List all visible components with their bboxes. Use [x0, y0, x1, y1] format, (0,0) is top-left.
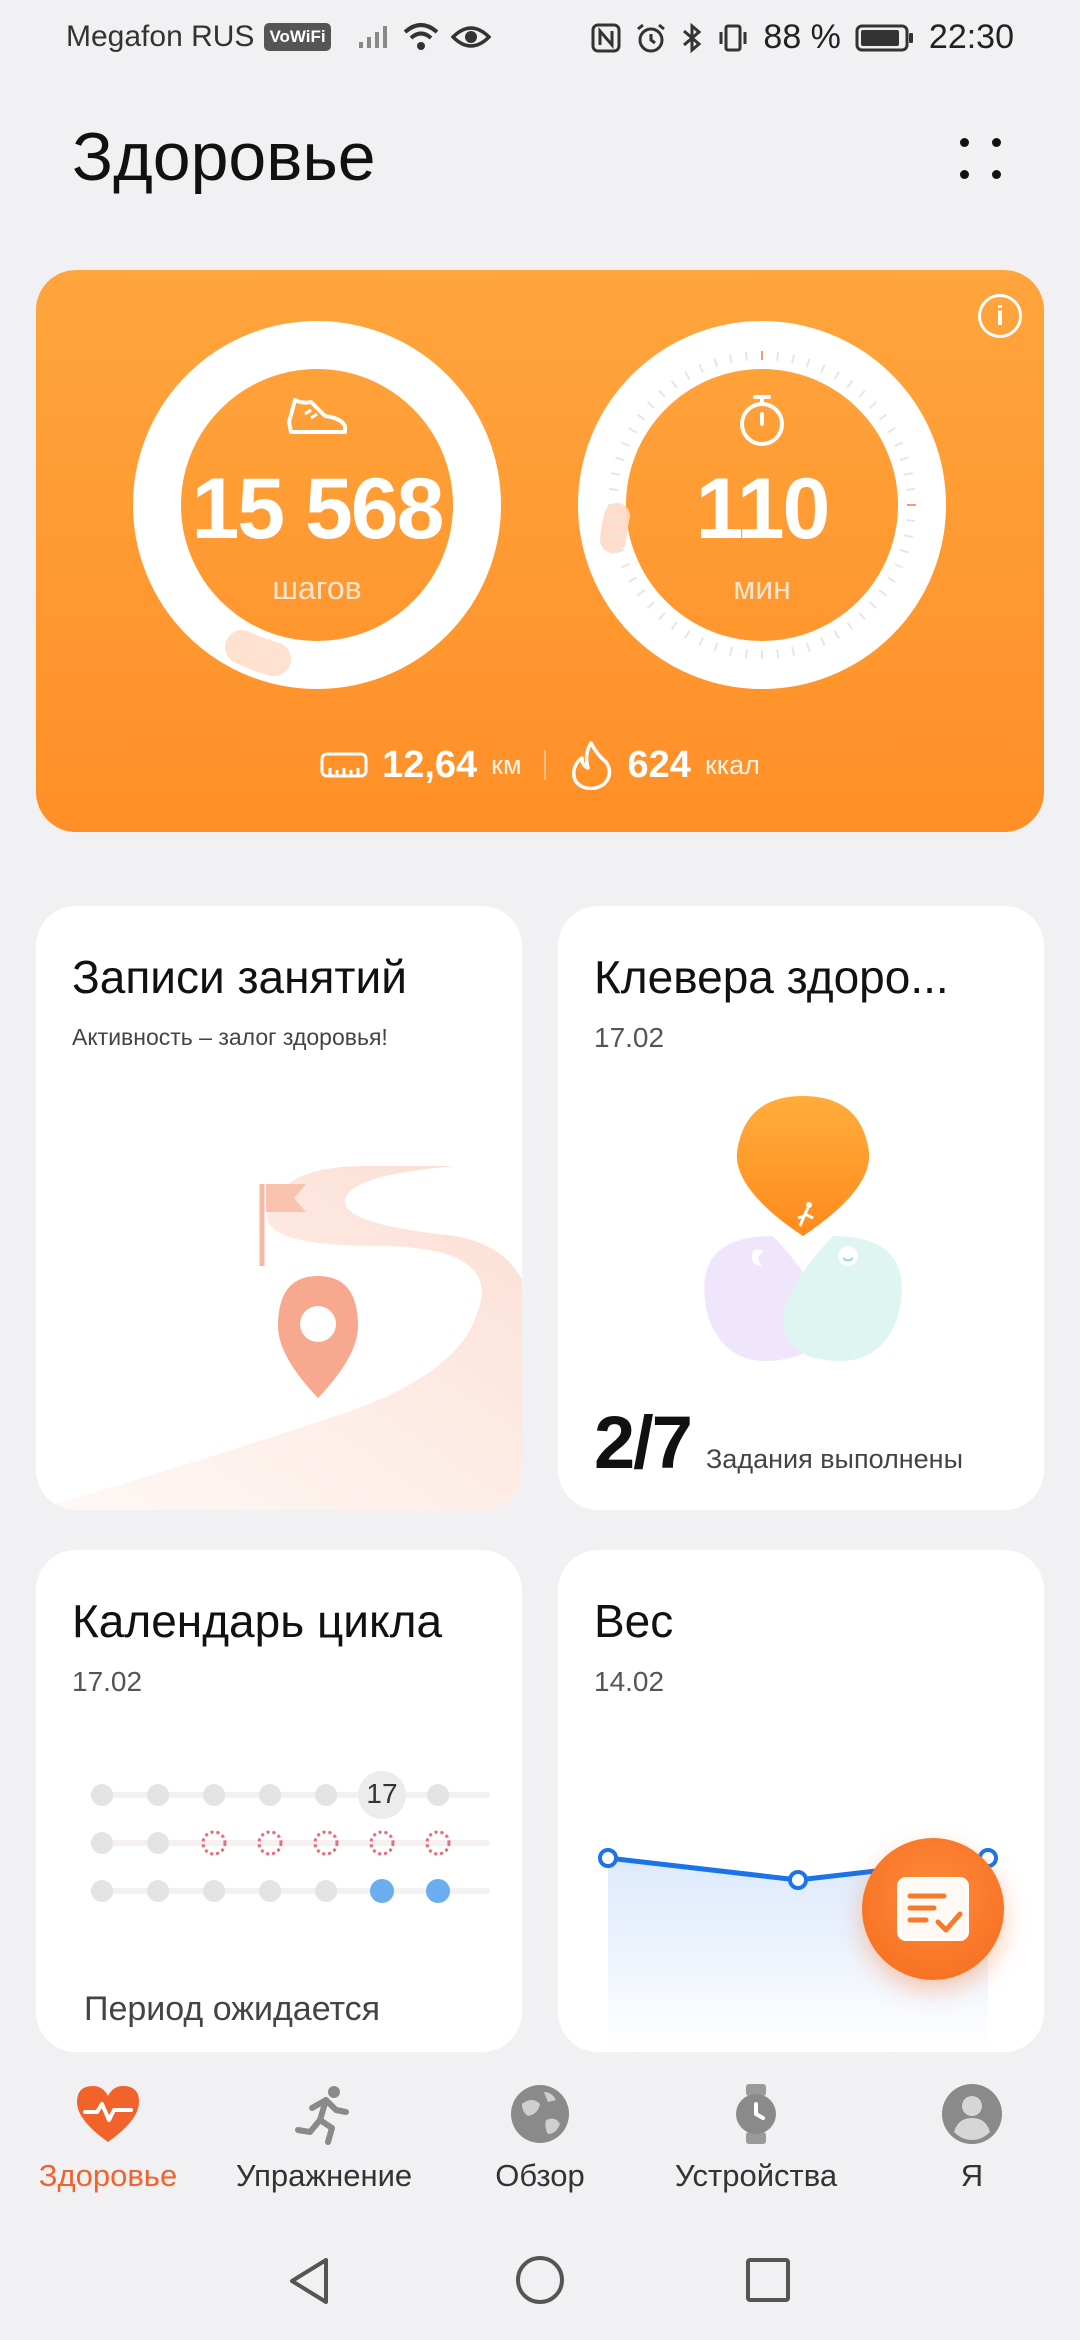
- minutes-value: 110: [695, 461, 831, 557]
- workout-records-card[interactable]: Записи занятий Активность – залог здоров…: [36, 906, 522, 1510]
- weight-card[interactable]: Вес 14.02: [558, 1550, 1044, 2052]
- back-icon[interactable]: [284, 2254, 334, 2308]
- dot-icon: [992, 138, 1001, 147]
- cycle-calendar-card[interactable]: Календарь цикла 17.02 17 Период ожидаетс…: [36, 1550, 522, 2052]
- dot-icon: [960, 138, 969, 147]
- dot-icon: [992, 170, 1001, 179]
- distance-item: 12,64 км: [320, 743, 522, 787]
- distance-unit: км: [491, 749, 522, 780]
- distance-value: 12,64: [382, 743, 478, 786]
- tab-health[interactable]: Здоровье: [0, 2082, 216, 2194]
- tab-label: Обзор: [495, 2158, 585, 2193]
- eye-icon: [450, 26, 491, 48]
- battery-icon: [855, 24, 913, 51]
- card-subtitle: Активность – залог здоровья!: [72, 1024, 388, 1050]
- wifi-icon: [403, 23, 438, 50]
- tab-me[interactable]: Я: [864, 2082, 1080, 2194]
- steps-value: 15 568: [191, 461, 444, 557]
- cycle-dots-grid: [90, 1771, 490, 1903]
- tab-discover[interactable]: Обзор: [432, 2082, 648, 2194]
- watch-icon: [736, 2084, 776, 2144]
- info-icon[interactable]: i: [978, 294, 1022, 338]
- battery-percent: 88 %: [763, 18, 841, 56]
- status-bar: Megafon RUS VoWiFi 88 % 22:30: [0, 0, 1080, 76]
- globe-icon: [511, 2085, 569, 2143]
- tab-exercise[interactable]: Упражнение: [216, 2082, 432, 2194]
- alarm-icon: [637, 23, 666, 52]
- steps-unit: шагов: [272, 570, 362, 606]
- card-title: Вес: [594, 1595, 674, 1647]
- bluetooth-icon: [683, 22, 702, 53]
- cycle-status-text: Период ожидается: [84, 1990, 381, 2028]
- cycle-highlight-day: 17: [366, 1778, 398, 1809]
- stopwatch-icon: [740, 395, 784, 446]
- road-illustration: [36, 1166, 522, 1510]
- bottom-navigation: Здоровье Упражнение Обзор Устройства Я: [0, 2052, 1080, 2232]
- clover-chart: [704, 1096, 902, 1361]
- ruler-icon: [320, 752, 368, 778]
- heart-pulse-icon: [77, 2086, 139, 2142]
- active-minutes-ring[interactable]: 110 мин: [577, 320, 947, 690]
- tab-label: Я: [960, 2158, 984, 2193]
- clover-progress-label: Задания выполнены: [706, 1444, 964, 1474]
- signal-icon: [358, 26, 387, 48]
- dot-icon: [960, 170, 969, 179]
- system-navigation-bar: [0, 2232, 1080, 2340]
- recent-apps-icon[interactable]: [744, 2256, 792, 2304]
- page-title: Здоровье: [72, 119, 376, 195]
- minutes-unit: мин: [733, 570, 791, 606]
- clock-time: 22:30: [928, 18, 1014, 56]
- checklist-icon: [897, 1877, 969, 1941]
- card-title: Клевера здоро...: [594, 951, 949, 1003]
- add-record-fab[interactable]: [862, 1838, 1004, 1980]
- clover-progress: 2/7: [594, 1401, 693, 1484]
- profile-icon: [942, 2084, 1002, 2144]
- shoe-icon: [287, 398, 347, 434]
- activity-summary: 12,64 км 624 ккал: [36, 740, 1044, 790]
- tab-label: Здоровье: [38, 2158, 178, 2193]
- calories-value: 624: [627, 743, 691, 786]
- tab-label: Упражнение: [235, 2158, 413, 2193]
- card-title: Записи занятий: [72, 951, 407, 1003]
- card-title: Календарь цикла: [72, 1595, 443, 1647]
- activity-card[interactable]: i 15 568 шагов 110 мин 12,64 км 624 ккал: [36, 270, 1044, 832]
- flame-icon: [571, 741, 611, 790]
- card-date: 17.02: [594, 1022, 665, 1053]
- home-icon[interactable]: [514, 2254, 566, 2306]
- tab-devices[interactable]: Устройства: [648, 2082, 864, 2194]
- more-options-button[interactable]: [952, 130, 1012, 190]
- vowifi-badge: VoWiFi: [264, 23, 331, 51]
- vibrate-icon: [719, 24, 747, 51]
- carrier-name: Megafon RUS: [66, 20, 255, 53]
- tab-label: Устройства: [674, 2158, 838, 2193]
- steps-ring[interactable]: 15 568 шагов: [132, 320, 502, 690]
- nfc-icon: [591, 23, 621, 52]
- card-date: 14.02: [594, 1666, 665, 1697]
- running-person-icon: [295, 2086, 349, 2145]
- summary-divider: [543, 750, 546, 780]
- calories-item: 624 ккал: [568, 740, 760, 790]
- calories-unit: ккал: [704, 749, 760, 780]
- health-clover-card[interactable]: Клевера здоро... 17.02 2/7 Задания выпол…: [558, 906, 1044, 1510]
- card-date: 17.02: [72, 1666, 143, 1697]
